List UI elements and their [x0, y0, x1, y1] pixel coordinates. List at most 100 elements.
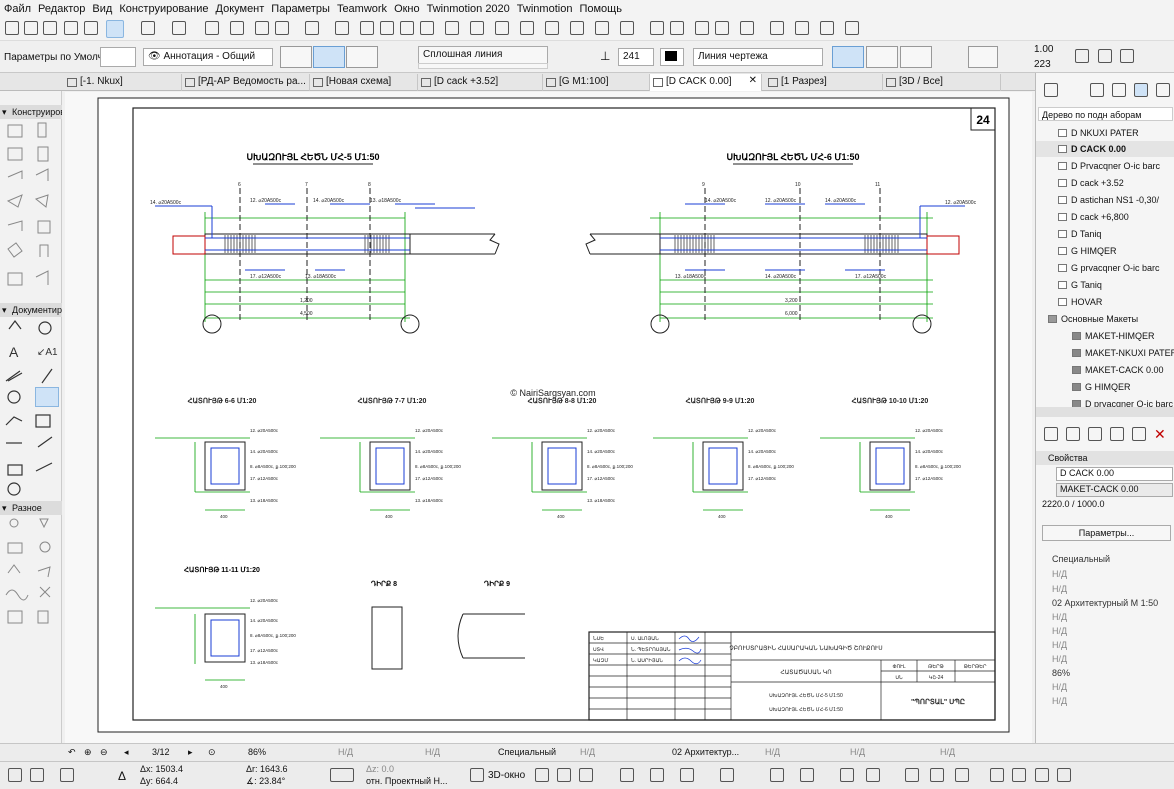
clone-icon[interactable]	[1110, 427, 1124, 441]
line-type-dropdown[interactable]: Сплошная линия	[418, 46, 548, 64]
nav-layout[interactable]: MAKET-CACK 0.00	[1036, 362, 1174, 378]
grid-tools-icon[interactable]	[30, 768, 44, 782]
grid-snap-icon[interactable]	[172, 21, 186, 35]
reference-level[interactable]: отн. Проектный Н...	[366, 776, 448, 786]
user-icon[interactable]	[305, 21, 319, 35]
fill-icon[interactable]	[570, 21, 584, 35]
view-map-icon[interactable]	[1112, 83, 1126, 97]
eraser-icon[interactable]	[545, 21, 559, 35]
layer-dropdown[interactable]: 👁 Аннотация - Общий	[143, 48, 273, 66]
nav-item[interactable]: D Taniq	[1036, 226, 1174, 242]
mirror-icon[interactable]	[795, 21, 809, 35]
line-category-dropdown[interactable]: Линия чертежа	[693, 48, 823, 66]
3d-document-icon[interactable]	[420, 21, 434, 35]
pen-icon[interactable]	[495, 21, 509, 35]
tab-section1[interactable]: [1 Разрез]	[765, 74, 883, 91]
view-settings-icon[interactable]	[840, 768, 854, 782]
pen-set-option[interactable]: 02 Архитектур...	[672, 747, 739, 757]
nav-layout[interactable]: MAKET-HIMQER	[1036, 328, 1174, 344]
delete-icon[interactable]: ✕	[1154, 426, 1166, 443]
nav-item[interactable]: G HIMQER	[1036, 243, 1174, 259]
navigator-options-icon[interactable]	[1044, 83, 1058, 97]
close-tab-icon[interactable]: ✕	[749, 75, 757, 86]
view-name-field[interactable]: D CACK 0.00	[1056, 467, 1173, 481]
3d-cube-icon[interactable]	[557, 768, 571, 782]
drawing-tools-icon[interactable]	[8, 768, 22, 782]
intersect-icon[interactable]	[695, 21, 709, 35]
orbit-icon[interactable]	[680, 768, 694, 782]
menu-window[interactable]: Окно	[394, 3, 420, 15]
elevation-icon[interactable]	[360, 21, 374, 35]
new-file-icon[interactable]	[5, 21, 19, 35]
prev-page-icon[interactable]: ◂	[124, 747, 129, 758]
pen-number-field[interactable]: 241	[618, 48, 654, 66]
delta-y[interactable]: Δy: 664.4	[140, 776, 178, 786]
polyline-tool[interactable]	[35, 387, 59, 407]
new-layout-icon[interactable]	[1044, 427, 1058, 441]
publish-icon[interactable]	[990, 768, 1004, 782]
layer-toggle-icon[interactable]	[800, 768, 814, 782]
tab-cack-000[interactable]: [D CACK 0.00] ✕	[650, 74, 762, 91]
menu-twinmotion2020[interactable]: Twinmotion 2020	[427, 3, 510, 15]
line-draw-option-2[interactable]	[866, 46, 898, 68]
tab-3d-all[interactable]: [3D / Все]	[883, 74, 1001, 91]
scale-val-1[interactable]: 1.00	[1034, 44, 1053, 55]
delta-x[interactable]: Δx: 1503.4	[140, 764, 183, 774]
section-icon[interactable]	[335, 21, 349, 35]
navigator-scrollbar[interactable]	[1036, 407, 1174, 417]
nav-item[interactable]: D Prvacqner O-ic barc	[1036, 158, 1174, 174]
explore-icon[interactable]	[650, 768, 664, 782]
nav-layout[interactable]: MAKET-NKUXI PATER	[1036, 345, 1174, 361]
menu-help[interactable]: Помощь	[579, 3, 622, 15]
new-folder-icon[interactable]	[1088, 427, 1102, 441]
tab-schedule[interactable]: [РД-АР Ведомость ра...	[182, 74, 310, 91]
distribute-icon[interactable]	[670, 21, 684, 35]
print-icon[interactable]	[930, 768, 944, 782]
nav-folder[interactable]: Основные Макеты	[1036, 311, 1174, 327]
grid-icon[interactable]	[205, 21, 219, 35]
close-icon[interactable]	[1098, 49, 1112, 63]
delta-z[interactable]: Δz: 0.0	[366, 764, 394, 774]
tab-new-scheme[interactable]: [Новая схема]	[310, 74, 418, 91]
publisher-icon[interactable]	[1156, 83, 1170, 97]
3d-window-icon[interactable]	[470, 768, 484, 782]
snap-guides-button[interactable]	[106, 20, 124, 38]
nav-item[interactable]: D cack +3.52	[1036, 175, 1174, 191]
movie-icon[interactable]	[1035, 768, 1049, 782]
model-view-option[interactable]: Специальный	[498, 747, 556, 757]
line-draw-option-1[interactable]	[832, 46, 864, 68]
menu-edit[interactable]: Редактор	[38, 3, 85, 15]
menu-file[interactable]: Файл	[4, 3, 31, 15]
nav-item[interactable]: G prvacqner O-ic barc	[1036, 260, 1174, 276]
nav-item[interactable]: D cack +6,800	[1036, 209, 1174, 225]
render-preview-icon[interactable]	[770, 768, 784, 782]
zoom-fit-icon[interactable]	[720, 768, 734, 782]
menu-twinmotion[interactable]: Twinmotion	[517, 3, 573, 15]
twinmotion-sync-icon[interactable]	[620, 21, 634, 35]
line-draw-option-3[interactable]	[900, 46, 932, 68]
snap-point-icon[interactable]	[60, 768, 74, 782]
camera-icon[interactable]	[470, 21, 484, 35]
menu-view[interactable]: Вид	[92, 3, 112, 15]
chevron-icon[interactable]	[1120, 49, 1134, 63]
navigator-tree-dropdown[interactable]: Дерево по подн аборам	[1038, 107, 1173, 121]
project-map-icon[interactable]	[1090, 83, 1104, 97]
layout-name-field[interactable]: MAKET-CACK 0.00	[1056, 483, 1173, 497]
rotate-icon[interactable]	[770, 21, 784, 35]
nav-item[interactable]: G Taniq	[1036, 277, 1174, 293]
parameters-button[interactable]: Параметры...	[1042, 525, 1171, 541]
redo-icon[interactable]	[43, 21, 57, 35]
export-icon[interactable]	[1012, 768, 1026, 782]
menu-teamwork[interactable]: Teamwork	[337, 3, 387, 15]
menu-design[interactable]: Конструирование	[119, 3, 208, 15]
detail-icon[interactable]	[400, 21, 414, 35]
tab-gm1[interactable]: [G M1:100]	[543, 74, 650, 91]
tab-cack-352[interactable]: [D cack +3.52]	[418, 74, 543, 91]
layer-combo-icon[interactable]	[255, 21, 269, 35]
resize-icon[interactable]	[820, 21, 834, 35]
menu-options[interactable]: Параметры	[271, 3, 330, 15]
undo-icon[interactable]	[24, 21, 38, 35]
pen-color-swatch[interactable]	[660, 48, 684, 66]
nav-item[interactable]: D astichan NS1 -0,30/	[1036, 192, 1174, 208]
split-icon[interactable]	[845, 21, 859, 35]
